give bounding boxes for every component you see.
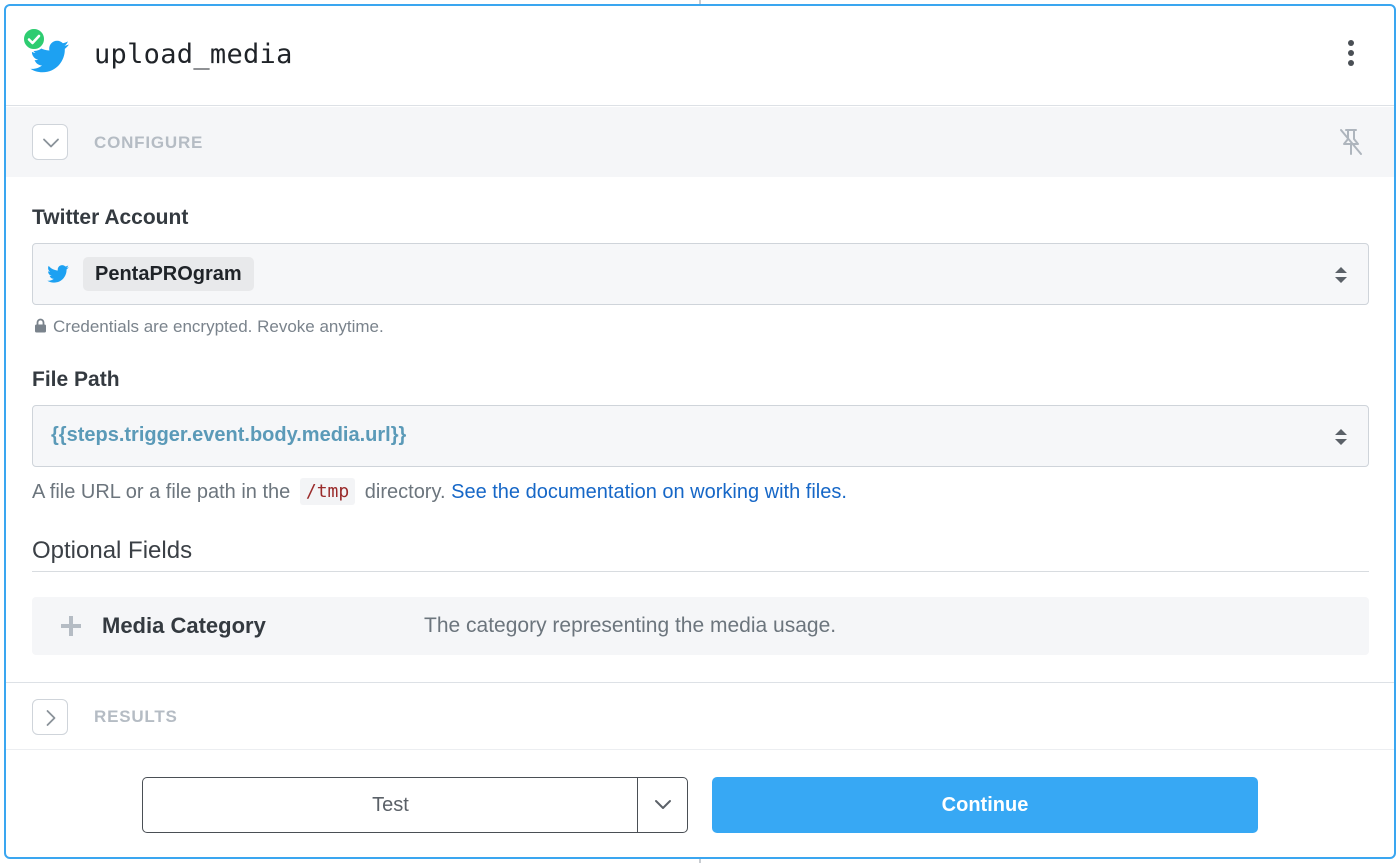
chevron-down-icon <box>43 138 59 148</box>
results-toggle-button[interactable] <box>32 699 68 735</box>
pin-off-icon[interactable] <box>1338 127 1364 162</box>
bottom-connector <box>699 859 701 863</box>
optional-divider <box>32 571 1369 572</box>
optional-field-description: The category representing the media usag… <box>424 614 837 637</box>
step-card: upload_media CONFIGURE Twitter Account P… <box>4 4 1396 859</box>
step-name[interactable]: upload_media <box>94 39 293 70</box>
file-path-label: File Path <box>32 368 120 391</box>
results-label: RESULTS <box>94 707 178 726</box>
select-updown-icon <box>1335 267 1347 283</box>
configure-label: CONFIGURE <box>94 133 204 152</box>
credentials-note-text: Credentials are encrypted. Revoke anytim… <box>53 317 384 336</box>
file-path-input[interactable]: {{steps.trigger.event.body.media.url}} <box>32 405 1369 467</box>
chevron-down-icon <box>655 800 671 809</box>
tmp-code: /tmp <box>299 478 356 505</box>
twitter-bird-icon <box>47 265 69 283</box>
configure-toggle-button[interactable] <box>32 124 68 160</box>
test-button[interactable]: Test <box>142 777 638 833</box>
test-options-dropdown[interactable] <box>637 777 688 833</box>
optional-fields-title: Optional Fields <box>32 537 193 564</box>
results-section-header[interactable]: RESULTS <box>6 682 1394 750</box>
credentials-note: Credentials are encrypted. Revoke anytim… <box>34 317 384 337</box>
kebab-menu-icon[interactable] <box>1344 40 1358 72</box>
optional-field-media-category[interactable]: Media Category The category representing… <box>32 597 1369 655</box>
continue-button[interactable]: Continue <box>712 777 1258 833</box>
documentation-link[interactable]: See the documentation on working with fi… <box>451 481 847 503</box>
step-header: upload_media <box>6 6 1394 106</box>
file-path-helper: A file URL or a file path in the /tmp di… <box>32 478 847 505</box>
file-path-value: {{steps.trigger.event.body.media.url}} <box>51 424 407 446</box>
select-updown-icon <box>1335 429 1347 445</box>
check-circle-icon <box>22 27 46 51</box>
lock-icon <box>35 318 46 333</box>
plus-icon <box>61 616 81 636</box>
optional-field-name: Media Category <box>102 613 266 638</box>
helper-prefix: A file URL or a file path in the <box>32 481 291 503</box>
chevron-right-icon <box>46 710 56 726</box>
twitter-account-label: Twitter Account <box>32 206 189 229</box>
helper-middle: directory. <box>364 481 446 503</box>
twitter-account-select[interactable]: PentaPROgram <box>32 243 1369 305</box>
step-footer: Test Continue <box>6 751 1394 857</box>
twitter-app-icon <box>22 27 72 78</box>
configure-section-header[interactable]: CONFIGURE <box>6 107 1394 177</box>
account-chip: PentaPROgram <box>83 257 254 291</box>
